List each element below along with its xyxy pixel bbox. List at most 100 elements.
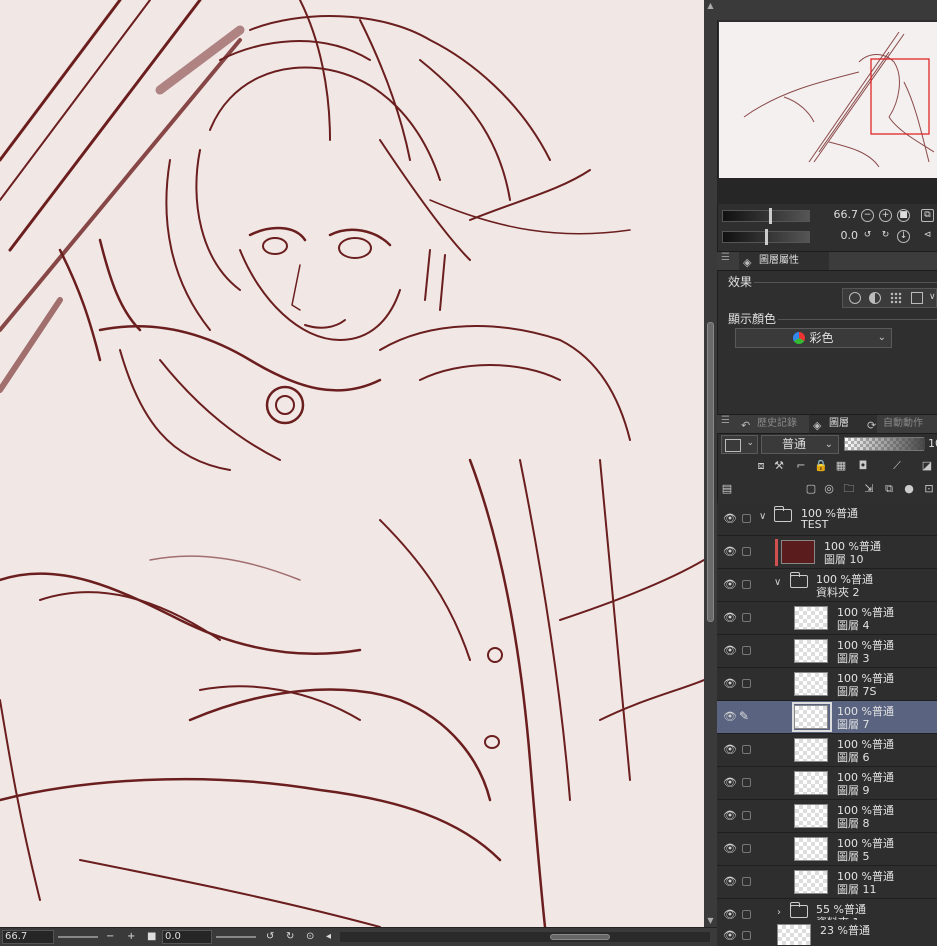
layer-list-view-icon[interactable]: ▤ bbox=[720, 482, 734, 496]
zoom-out-button[interactable]: − bbox=[106, 928, 114, 946]
scroll-up-arrow-icon[interactable]: ▲ bbox=[704, 0, 717, 12]
opacity-value[interactable]: 10 bbox=[928, 437, 937, 450]
chevron-down-icon[interactable]: ∨ bbox=[774, 577, 781, 588]
layer-lock-checkbox[interactable] bbox=[742, 877, 751, 886]
layer-row-9[interactable]: 👁 100 %普通 圖層 9 bbox=[717, 767, 937, 800]
canvas-vertical-scrollbar[interactable]: ▲ ▼ bbox=[704, 0, 717, 927]
layer-list[interactable]: 👁 ∨ 100 %普通 TEST 👁 100 %普通 圖層 10 👁 ∨ 100… bbox=[717, 503, 937, 945]
layer-color-selector[interactable]: ⌄ bbox=[721, 435, 758, 454]
navigator-actual-size-icon[interactable]: ⧉ bbox=[921, 209, 934, 222]
canvas-horizontal-scrollbar[interactable] bbox=[340, 932, 710, 942]
navigator-fit-icon[interactable]: ■ bbox=[897, 209, 910, 222]
layer-row-partial[interactable]: 👁 23 %普通 bbox=[717, 920, 937, 945]
transfer-down-icon[interactable]: ⇲ bbox=[862, 482, 876, 496]
layer-color-icon[interactable] bbox=[911, 292, 923, 304]
effect-more-icon[interactable]: ∨ bbox=[929, 292, 937, 304]
combine-down-icon[interactable]: ⧉ bbox=[882, 482, 896, 496]
visibility-eye-icon[interactable]: 👁 bbox=[723, 512, 737, 525]
zoom-in-button[interactable]: + bbox=[127, 928, 135, 946]
visibility-eye-icon[interactable]: 👁 bbox=[723, 545, 737, 558]
navigator-rotate-right-icon[interactable]: ↻ bbox=[879, 230, 892, 243]
draft-layer-icon[interactable]: ⚒ bbox=[772, 459, 786, 473]
clip-lower-layer-icon[interactable]: ⌐ bbox=[794, 459, 808, 473]
layer-row-3[interactable]: 👁 100 %普通 圖層 3 bbox=[717, 635, 937, 668]
visibility-eye-icon[interactable]: 👁 bbox=[723, 908, 737, 921]
reference-layer-icon[interactable]: ⧈ bbox=[754, 459, 768, 473]
display-color-dropdown[interactable]: 彩色 ⌄ bbox=[735, 328, 892, 348]
layer-lock-checkbox[interactable] bbox=[742, 844, 751, 853]
visibility-eye-icon[interactable]: 👁 bbox=[723, 842, 737, 855]
layers-panel-menu-icon[interactable]: ☰ bbox=[721, 415, 730, 426]
layer-lock-checkbox[interactable] bbox=[742, 679, 751, 688]
layer-lock-checkbox[interactable] bbox=[742, 646, 751, 655]
layer-lock-checkbox[interactable] bbox=[742, 613, 751, 622]
ruler-icon[interactable]: ⟋ bbox=[890, 459, 904, 473]
rotate-right-icon[interactable]: ↻ bbox=[286, 928, 294, 946]
layer-lock-checkbox[interactable] bbox=[742, 547, 751, 556]
new-vector-layer-icon[interactable]: ◎ bbox=[822, 482, 836, 496]
panel-menu-icon[interactable]: ☰ bbox=[721, 252, 730, 263]
scroll-down-arrow-icon[interactable]: ▼ bbox=[704, 915, 717, 927]
layer-row-7s[interactable]: 👁 100 %普通 圖層 7S bbox=[717, 668, 937, 701]
tab-layer-property[interactable]: ◈ 圖層屬性 bbox=[739, 252, 829, 270]
new-raster-layer-icon[interactable]: ▢ bbox=[804, 482, 818, 496]
tone-effect-icon[interactable] bbox=[890, 292, 902, 304]
rotation-value-field[interactable]: 0.0 bbox=[162, 930, 212, 944]
layer-row-11[interactable]: 👁 100 %普通 圖層 11 bbox=[717, 866, 937, 899]
navigator-zoom-value[interactable]: 66.7 bbox=[826, 208, 859, 221]
layer-row-folder-2[interactable]: 👁 ∨ 100 %普通 資料夾 2 bbox=[717, 569, 937, 602]
navigator-zoom-in-icon[interactable]: + bbox=[879, 209, 892, 222]
layer-lock-checkbox[interactable] bbox=[742, 745, 751, 754]
blend-mode-dropdown[interactable]: 普通 ⌄ bbox=[761, 435, 839, 454]
opacity-slider[interactable] bbox=[844, 437, 925, 451]
layer-row-5[interactable]: 👁 100 %普通 圖層 5 bbox=[717, 833, 937, 866]
visibility-eye-icon[interactable]: 👁 bbox=[723, 710, 737, 723]
visibility-eye-icon[interactable]: 👁 bbox=[723, 611, 737, 624]
visibility-eye-icon[interactable]: 👁 bbox=[723, 809, 737, 822]
lock-transparent-icon[interactable]: ▦ bbox=[834, 459, 848, 473]
layer-lock-checkbox[interactable] bbox=[742, 514, 751, 523]
navigator-preview[interactable] bbox=[719, 22, 937, 178]
layer-row-7-selected[interactable]: 👁 ✎ 100 %普通 圖層 7 bbox=[717, 701, 937, 734]
chevron-down-icon[interactable]: ∨ bbox=[759, 511, 766, 522]
layer-row-10[interactable]: 👁 100 %普通 圖層 10 bbox=[717, 536, 937, 569]
visibility-eye-icon[interactable]: 👁 bbox=[723, 578, 737, 591]
layer-lock-checkbox[interactable] bbox=[742, 811, 751, 820]
layer-row-8[interactable]: 👁 100 %普通 圖層 8 bbox=[717, 800, 937, 833]
zoom-value-field[interactable]: 66.7 bbox=[2, 930, 54, 944]
scrollbar-thumb[interactable] bbox=[707, 322, 714, 622]
visibility-eye-icon[interactable]: 👁 bbox=[723, 776, 737, 789]
tab-auto-action[interactable]: ⟳ 自動動作 bbox=[863, 415, 937, 433]
visibility-eye-icon[interactable]: 👁 bbox=[723, 743, 737, 756]
navigator-zoom-out-icon[interactable]: − bbox=[861, 209, 874, 222]
zoom-slider[interactable] bbox=[58, 928, 98, 946]
border-effect-icon[interactable] bbox=[849, 292, 861, 304]
visibility-eye-icon[interactable]: 👁 bbox=[723, 929, 737, 942]
layer-lock-checkbox[interactable] bbox=[742, 778, 751, 787]
layer-lock-checkbox[interactable] bbox=[742, 580, 751, 589]
navigator-reset-rotation-icon[interactable]: ↓ bbox=[897, 230, 910, 243]
hscroll-thumb[interactable] bbox=[550, 934, 610, 940]
new-folder-icon[interactable]: 🗀 bbox=[842, 482, 856, 496]
navigator-flip-icon[interactable]: ⊲ bbox=[921, 230, 934, 243]
chevron-right-icon[interactable]: › bbox=[777, 907, 781, 918]
navigator-zoom-slider[interactable] bbox=[722, 208, 810, 224]
navigator-rotate-left-icon[interactable]: ↺ bbox=[861, 230, 874, 243]
scroll-left-arrow-icon[interactable]: ◂ bbox=[326, 928, 331, 946]
rotate-left-icon[interactable]: ↺ bbox=[266, 928, 274, 946]
visibility-eye-icon[interactable]: 👁 bbox=[723, 644, 737, 657]
mask-icon[interactable]: ◘ bbox=[856, 459, 870, 473]
layer-row-6[interactable]: 👁 100 %普通 圖層 6 bbox=[717, 734, 937, 767]
layer-lock-checkbox[interactable] bbox=[742, 931, 751, 940]
layer-row-4[interactable]: 👁 100 %普通 圖層 4 bbox=[717, 602, 937, 635]
visibility-eye-icon[interactable]: 👁 bbox=[723, 875, 737, 888]
navigator-rotation-value[interactable]: 0.0 bbox=[826, 229, 859, 242]
layer-row-folder-test[interactable]: 👁 ∨ 100 %普通 TEST bbox=[717, 503, 937, 536]
delete-layer-icon[interactable]: ⊡ bbox=[922, 482, 936, 496]
visibility-eye-icon[interactable]: 👁 bbox=[723, 677, 737, 690]
drawing-canvas[interactable] bbox=[0, 0, 704, 927]
lock-layer-icon[interactable]: 🔒 bbox=[814, 459, 828, 473]
palette-color-icon[interactable]: ◪ bbox=[920, 459, 934, 473]
reset-rotation-icon[interactable]: ⊙ bbox=[306, 928, 314, 946]
create-mask-icon[interactable]: ● bbox=[902, 482, 916, 496]
